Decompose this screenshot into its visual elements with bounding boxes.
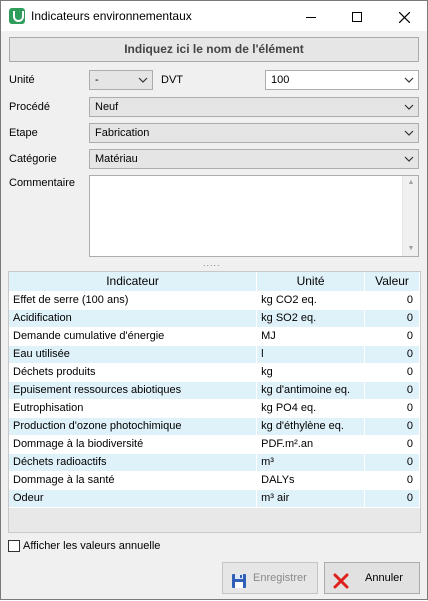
chevron-down-icon — [404, 102, 414, 112]
close-icon — [398, 11, 410, 24]
table-row[interactable]: Dommage à la santé DALYs 0 — [9, 471, 420, 490]
table-row[interactable]: Effet de serre (100 ans) kg CO2 eq. 0 — [9, 291, 420, 310]
leaf-app-icon — [9, 8, 25, 24]
cell-valeur: 0 — [364, 363, 420, 382]
red-x-icon — [333, 571, 349, 589]
cell-indicateur: Dommage à la santé — [9, 471, 258, 490]
cell-unite: kg — [256, 363, 366, 382]
table-row[interactable]: Epuisement ressources abiotiques kg d'ant… — [9, 381, 420, 400]
cell-indicateur: Acidification — [9, 309, 258, 328]
column-header-valeur[interactable]: Valeur — [364, 272, 420, 292]
cell-unite: kg d'antimoine eq. — [256, 381, 366, 400]
etape-value: Fabrication — [95, 127, 150, 139]
splitter-handle[interactable]: ..... — [203, 259, 225, 268]
cell-unite: kg SO2 eq. — [256, 309, 366, 328]
save-button-label: Enregistrer — [253, 572, 307, 584]
chevron-down-icon — [138, 75, 148, 85]
unite-select[interactable]: - — [89, 70, 153, 90]
save-button[interactable]: Enregistrer — [222, 562, 318, 594]
cell-valeur: 0 — [364, 399, 420, 418]
cell-valeur: 0 — [364, 345, 420, 364]
annual-values-label: Afficher les valeurs annuelle — [23, 540, 161, 552]
cell-indicateur: Eau utilisée — [9, 345, 258, 364]
etape-label: Etape — [9, 127, 38, 139]
cell-valeur: 0 — [364, 327, 420, 346]
cell-unite: l — [256, 345, 366, 364]
floppy-disk-icon — [231, 571, 247, 588]
chevron-down-icon — [404, 154, 414, 164]
dvt-label: DVT — [161, 74, 183, 86]
cell-valeur: 0 — [364, 453, 420, 472]
cell-unite: kg d'éthylène eq. — [256, 417, 366, 436]
unite-value: - — [95, 74, 99, 86]
column-header-indicateur[interactable]: Indicateur — [9, 272, 258, 292]
minimize-icon — [306, 16, 316, 18]
table-row[interactable]: Acidification kg SO2 eq. 0 — [9, 309, 420, 328]
cell-unite: kg CO2 eq. — [256, 291, 366, 310]
cell-indicateur: Odeur — [9, 489, 258, 508]
procede-value: Neuf — [95, 101, 119, 113]
procede-label: Procédé — [9, 101, 50, 113]
comment-scrollbar[interactable]: ▲ ▼ — [402, 176, 418, 256]
cell-valeur: 0 — [364, 417, 420, 436]
cell-valeur: 0 — [364, 381, 420, 400]
chevron-down-icon — [404, 75, 414, 85]
unite-label: Unité — [9, 74, 35, 86]
title-bar[interactable]: Indicateurs environnementaux — [1, 1, 427, 31]
commentaire-label: Commentaire — [9, 177, 76, 189]
commentaire-textarea[interactable]: ▲ ▼ — [89, 175, 419, 257]
cell-indicateur: Déchets radioactifs — [9, 453, 258, 472]
table-row[interactable]: Dommage à la biodiversité PDF.m².an 0 — [9, 435, 420, 454]
cell-unite: kg PO4 eq. — [256, 399, 366, 418]
cell-indicateur: Déchets produits — [9, 363, 258, 382]
table-row[interactable]: Déchets produits kg 0 — [9, 363, 420, 382]
cell-valeur: 0 — [364, 291, 420, 310]
cell-valeur: 0 — [364, 435, 420, 454]
dvt-value: 100 — [271, 74, 290, 86]
table-row[interactable]: Production d'ozone photochimique kg d'éth… — [9, 417, 420, 436]
window: Indicateurs environnementaux Indiquez ic… — [0, 0, 428, 600]
cell-valeur: 0 — [364, 471, 420, 490]
cell-valeur: 0 — [364, 489, 420, 508]
table-row[interactable]: Eutrophisation kg PO4 eq. 0 — [9, 399, 420, 418]
cell-unite: DALYs — [256, 471, 366, 490]
table-row[interactable]: Déchets radioactifs m³ 0 — [9, 453, 420, 472]
cell-indicateur: Eutrophisation — [9, 399, 258, 418]
cancel-button-label: Annuler — [365, 572, 403, 584]
window-title: Indicateurs environnementaux — [31, 9, 192, 23]
cell-indicateur: Epuisement ressources abiotiques — [9, 381, 258, 400]
annual-values-checkbox[interactable] — [8, 540, 20, 552]
minimize-button[interactable] — [288, 1, 334, 31]
chevron-down-icon — [404, 128, 414, 138]
maximize-button[interactable] — [334, 1, 380, 31]
cell-unite: PDF.m².an — [256, 435, 366, 454]
cell-unite: m³ — [256, 453, 366, 472]
scroll-up-icon[interactable]: ▲ — [407, 179, 415, 186]
close-button[interactable] — [381, 1, 427, 31]
table-row[interactable]: Odeur m³ air 0 — [9, 489, 420, 508]
cell-valeur: 0 — [364, 309, 420, 328]
maximize-icon — [352, 12, 362, 23]
column-header-unite[interactable]: Unité — [256, 272, 366, 292]
etape-select[interactable]: Fabrication — [89, 123, 419, 143]
table-row[interactable]: Demande cumulative d'énergie MJ 0 — [9, 327, 420, 346]
cell-indicateur: Demande cumulative d'énergie — [9, 327, 258, 346]
categorie-value: Matériau — [95, 153, 138, 165]
cell-indicateur: Dommage à la biodiversité — [9, 435, 258, 454]
procede-select[interactable]: Neuf — [89, 97, 419, 117]
indicator-table: Indicateur Unité Valeur Effet de serre (… — [8, 271, 421, 533]
cell-indicateur: Effet de serre (100 ans) — [9, 291, 258, 310]
cell-unite: MJ — [256, 327, 366, 346]
categorie-select[interactable]: Matériau — [89, 149, 419, 169]
cell-indicateur: Production d'ozone photochimique — [9, 417, 258, 436]
element-name-input[interactable]: Indiquez ici le nom de l'élément — [9, 37, 419, 62]
dvt-select[interactable]: 100 — [265, 70, 419, 90]
scroll-down-icon[interactable]: ▼ — [407, 245, 415, 252]
table-row[interactable]: Eau utilisée l 0 — [9, 345, 420, 364]
cancel-button[interactable]: Annuler — [324, 562, 420, 594]
categorie-label: Catégorie — [9, 153, 57, 165]
cell-unite: m³ air — [256, 489, 366, 508]
